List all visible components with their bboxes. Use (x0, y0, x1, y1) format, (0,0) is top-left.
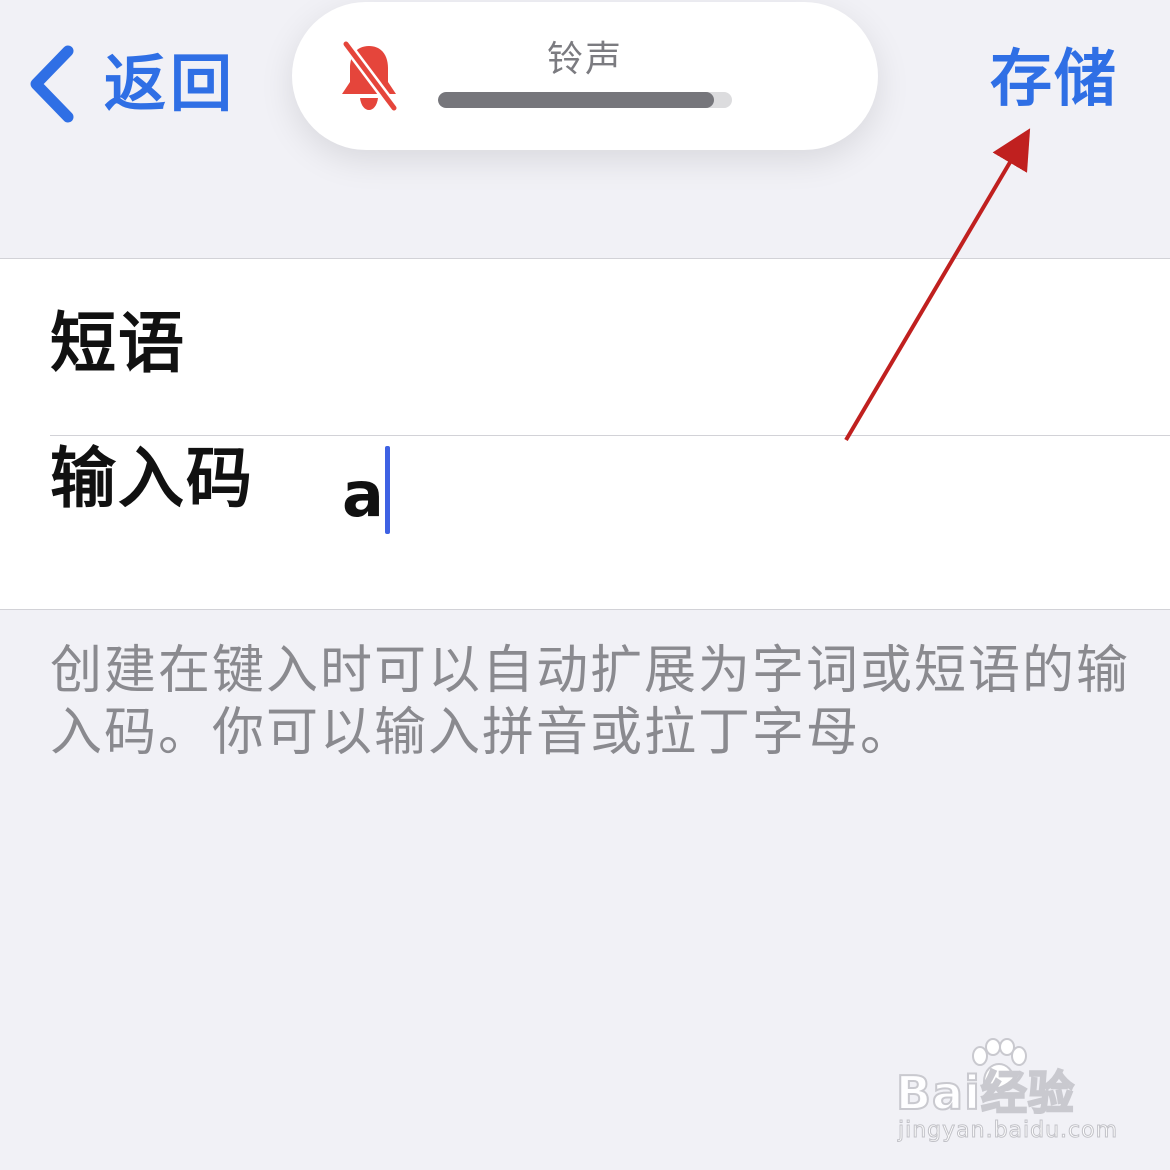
shortcut-label: 输入码 (50, 440, 254, 517)
volume-level-fill (438, 92, 715, 108)
volume-slider[interactable] (438, 92, 732, 108)
save-button[interactable]: 存储 (990, 48, 1118, 110)
text-caret (384, 446, 390, 534)
chevron-left-icon (30, 45, 74, 123)
footer-note: 创建在键入时可以自动扩展为字词或短语的输入码。你可以输入拼音或拉丁字母。 (50, 641, 1131, 763)
hud-title: 铃声 (546, 39, 623, 80)
phrase-row[interactable]: 短语 (0, 259, 1170, 435)
phrase-label: 短语 (50, 305, 186, 382)
back-button[interactable]: 返回 (24, 40, 236, 128)
watermark: Bai经验 jingyan.baidu.com (895, 1038, 1156, 1148)
watermark-brand: Bai经验 (895, 1066, 1075, 1120)
watermark-url: jingyan.baidu.com (897, 1118, 1119, 1143)
shortcut-value: a (342, 458, 384, 531)
shortcut-row: 输入码 a (0, 436, 1170, 610)
back-label: 返回 (104, 47, 237, 120)
shortcut-input[interactable]: a (342, 446, 1042, 534)
ringer-volume-hud: 铃声 (292, 2, 878, 150)
text-replacement-form: 短语 输入码 a (0, 258, 1170, 610)
